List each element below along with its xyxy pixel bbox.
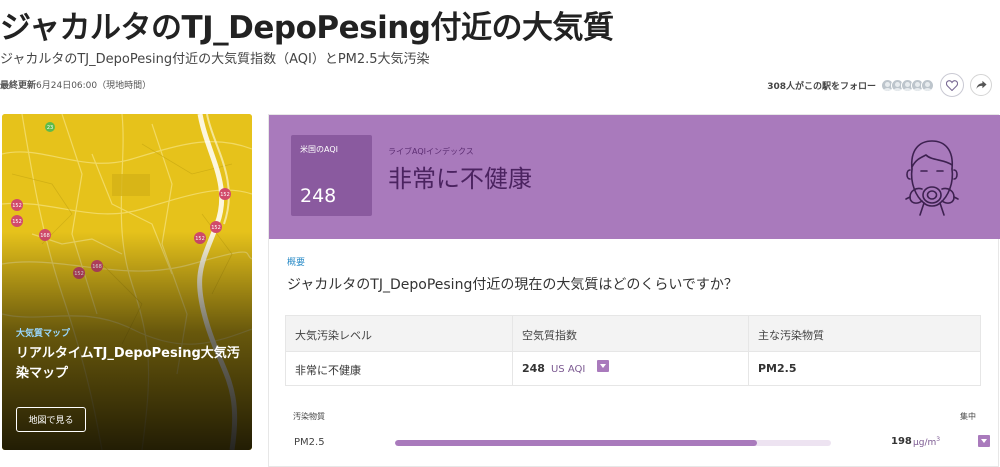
view-map-button[interactable]: 地図で見る (16, 407, 86, 432)
page-title: ジャカルタのTJ_DepoPesing付近の大気質 (0, 10, 614, 46)
summary-aqi-cell: 248 US AQI (522, 360, 610, 375)
pollutant-value: 198 (891, 436, 912, 447)
aqi-value: 248 (300, 185, 337, 207)
aqi-live-label: ライブAQIインデックス (388, 147, 474, 156)
aqi-box-label: 米国のAQI (300, 145, 338, 154)
summary-aqi-value: 248 (522, 362, 545, 375)
map-title: リアルタイムTJ_DepoPesing大気汚染マップ (16, 346, 240, 381)
heart-icon (946, 79, 958, 91)
map-card[interactable]: 23 152 152 168 152 152 152 168 152 大気質マッ… (2, 114, 252, 450)
follow-button[interactable] (940, 73, 964, 97)
page-subtitle: ジャカルタのTJ_DepoPesing付近の大気質指数（AQI）とPM2.5大気… (0, 52, 430, 67)
share-button[interactable] (970, 74, 992, 96)
avatar (921, 78, 934, 92)
share-icon (975, 80, 987, 90)
follow-bar: 308人がこの駅をフォロー (767, 73, 992, 97)
last-updated-label: 最終更新 (0, 81, 37, 91)
concentration-unit-dropdown[interactable] (978, 435, 990, 447)
aqi-header: 米国のAQI 248 ライブAQIインデックス 非常に不健康 (269, 115, 1000, 239)
follower-avatars (881, 78, 934, 92)
pollutant-row: PM2.5 198 µg/m3 (285, 431, 990, 455)
overview-kicker: 概要 (287, 258, 306, 268)
follow-count-text: 308人がこの駅をフォロー (767, 81, 876, 92)
last-updated-value: 6月24日06:00（現地時間） (36, 81, 152, 91)
pollutant-unit: µg/m3 (913, 436, 940, 448)
overview-question: ジャカルタのTJ_DepoPesing付近の現在の大気質はどのくらいですか？ (287, 277, 738, 293)
pollutant-unit-base: µg/m (913, 438, 937, 448)
summary-col-aqi: 空気質指数 248 US AQI (512, 316, 748, 386)
concentration-header: 集中 (960, 412, 976, 421)
pollutant-unit-sup: 3 (936, 436, 941, 443)
aqi-unit-label: US AQI (550, 364, 586, 375)
summary-col-level: 大気汚染レベル 非常に不健康 (286, 316, 512, 386)
pollutant-bar-fill (395, 440, 757, 446)
aqi-unit-dropdown[interactable] (597, 360, 610, 372)
summary-header-pollutant: 主な汚染物質 (758, 329, 824, 342)
aqi-value-box: 米国のAQI 248 (291, 135, 372, 216)
pollutants-header: 汚染物質 (293, 412, 325, 421)
summary-level-value: 非常に不健康 (295, 364, 361, 377)
pollutant-bar-track (395, 440, 831, 446)
summary-table: 大気汚染レベル 非常に不健康 空気質指数 248 US AQI 主な汚染物質 PM… (285, 315, 981, 386)
summary-header-level: 大気汚染レベル (295, 329, 372, 342)
summary-main-pollutant-value: PM2.5 (758, 362, 797, 375)
gas-mask-icon (905, 140, 959, 216)
map-gradient-overlay (2, 114, 252, 450)
summary-header-aqi: 空気質指数 (522, 329, 577, 342)
summary-main-pollutant: PM2.5 (758, 362, 797, 375)
last-updated: 最終更新6月24日06:00（現地時間） (0, 78, 151, 91)
aqi-status: 非常に不健康 (388, 165, 532, 193)
summary-col-pollutant: 主な汚染物質 PM2.5 (748, 316, 980, 386)
map-kicker: 大気質マップ (16, 329, 71, 339)
pollutant-name: PM2.5 (294, 437, 325, 448)
aqi-card: 米国のAQI 248 ライブAQIインデックス 非常に不健康 概要 ジャカルタの… (268, 114, 1000, 467)
